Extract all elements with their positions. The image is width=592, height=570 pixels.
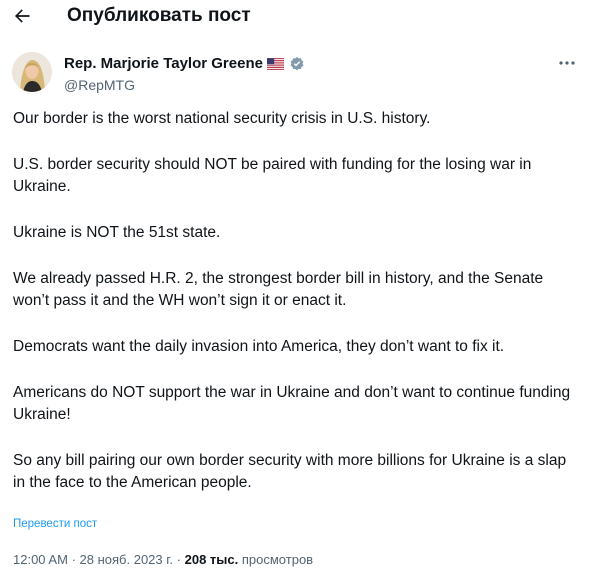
views-count: 208 тыс.	[184, 552, 239, 567]
top-bar: Опубликовать пост	[0, 0, 592, 36]
translate-post-link[interactable]: Перевести пост	[13, 518, 97, 530]
tweet-paragraph: Ukraine is NOT the 51st state.	[13, 224, 221, 241]
views-label: просмотров	[241, 552, 314, 567]
tweet-paragraph: U.S. border security should NOT be paire…	[13, 156, 532, 195]
meta-separator: ·	[71, 552, 76, 567]
more-options-button[interactable]	[556, 56, 578, 70]
tweet-paragraph: We already passed H.R. 2, the strongest …	[13, 270, 544, 309]
verified-badge-icon[interactable]	[289, 56, 305, 72]
post-meta: 12:00 AM · 28 нояб. 2023 г. · 208 тыс. п…	[13, 552, 313, 567]
page-title: Опубликовать пост	[67, 5, 251, 26]
tweet-text: Our border is the worst national securit…	[13, 108, 579, 518]
tweet-paragraph: Democrats want the daily invasion into A…	[13, 338, 505, 355]
us-flag-icon	[266, 57, 284, 70]
tweet-paragraph: Our border is the worst national securit…	[13, 110, 431, 127]
arrow-left-icon	[15, 9, 30, 23]
more-horizontal-icon	[559, 61, 575, 65]
avatar-image	[12, 52, 52, 92]
post-date[interactable]: 28 нояб. 2023 г.	[80, 552, 174, 567]
meta-separator: ·	[176, 552, 181, 567]
back-button[interactable]	[8, 2, 36, 30]
avatar[interactable]	[12, 52, 52, 92]
tweet-paragraph: So any bill pairing our own border secur…	[13, 452, 567, 491]
author-name[interactable]: Rep. Marjorie Taylor Greene	[64, 55, 263, 72]
post-time[interactable]: 12:00 AM	[13, 552, 68, 567]
tweet-paragraph: Americans do NOT support the war in Ukra…	[13, 384, 571, 423]
author-handle[interactable]: @RepMTG	[64, 77, 135, 93]
author-name-row[interactable]: Rep. Marjorie Taylor Greene	[64, 55, 305, 72]
